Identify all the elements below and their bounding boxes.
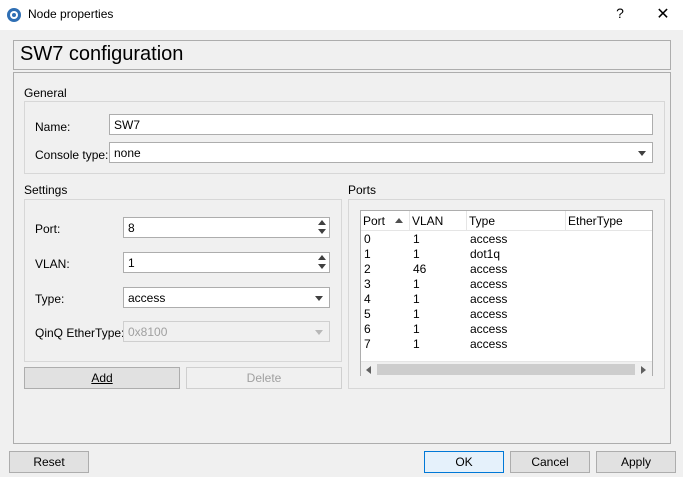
table-row[interactable]: 7 1 access <box>361 337 652 352</box>
table-cell: access <box>470 292 508 306</box>
qinq-ethertype-value: 0x8100 <box>128 325 168 339</box>
table-row[interactable]: 6 1 access <box>361 322 652 337</box>
table-cell: 1 <box>364 247 371 261</box>
vlan-value: 1 <box>128 256 135 270</box>
qinq-ethertype-label: QinQ EtherType: <box>35 326 125 340</box>
scroll-right-icon[interactable] <box>641 366 646 374</box>
table-cell: 1 <box>413 232 420 246</box>
column-header-vlan[interactable]: VLAN <box>410 211 467 231</box>
page-title: SW7 configuration <box>20 43 184 65</box>
table-cell: access <box>470 307 508 321</box>
name-label: Name: <box>35 120 71 134</box>
table-cell: 1 <box>413 247 420 261</box>
qinq-ethertype-select: 0x8100 <box>123 321 330 342</box>
cancel-button[interactable]: Cancel <box>510 451 590 473</box>
name-input[interactable]: SW7 <box>109 114 653 135</box>
spin-down-icon[interactable] <box>315 227 329 237</box>
vlan-label: VLAN: <box>35 257 70 271</box>
table-cell: 46 <box>413 262 427 276</box>
table-cell: dot1q <box>470 247 501 261</box>
table-cell: 1 <box>413 307 420 321</box>
table-row[interactable]: 3 1 access <box>361 277 652 292</box>
table-cell: 1 <box>413 292 420 306</box>
table-cell: 7 <box>364 337 371 351</box>
ports-table[interactable]: Port VLAN Type EtherType 0 1 access 1 1 dot1q… <box>360 210 653 376</box>
vlan-spinbox[interactable]: 1 <box>123 252 330 273</box>
table-cell: 2 <box>364 262 371 276</box>
column-header-ethertype[interactable]: EtherType <box>566 211 652 231</box>
reset-button[interactable]: Reset <box>9 451 89 473</box>
port-value: 8 <box>128 221 135 235</box>
general-group <box>24 101 665 174</box>
chevron-down-icon <box>315 330 323 335</box>
table-cell: 1 <box>413 337 420 351</box>
horizontal-scrollbar[interactable] <box>361 361 652 376</box>
table-cell: 1 <box>413 322 420 336</box>
table-row[interactable]: 1 1 dot1q <box>361 247 652 262</box>
type-value: access <box>128 291 166 305</box>
table-cell: access <box>470 337 508 351</box>
table-row[interactable]: 5 1 access <box>361 307 652 322</box>
help-icon[interactable]: ? <box>612 5 628 23</box>
table-row[interactable]: 0 1 access <box>361 232 652 247</box>
settings-group-label: Settings <box>24 183 68 197</box>
scroll-left-icon[interactable] <box>366 366 371 374</box>
chevron-down-icon <box>638 151 646 156</box>
table-row[interactable]: 4 1 access <box>361 292 652 307</box>
chevron-down-icon <box>315 296 323 301</box>
port-spinbox[interactable]: 8 <box>123 217 330 238</box>
console-type-select[interactable]: none <box>109 142 653 163</box>
sort-ascending-icon <box>395 218 403 223</box>
table-cell: 5 <box>364 307 371 321</box>
app-icon <box>7 8 21 22</box>
table-cell: access <box>470 277 508 291</box>
port-label: Port: <box>35 222 61 236</box>
delete-button: Delete <box>186 367 342 389</box>
spin-down-icon[interactable] <box>315 262 329 272</box>
add-button-label: Add <box>91 371 113 385</box>
column-header-type[interactable]: Type <box>467 211 566 231</box>
console-type-label: Console type: <box>35 148 109 162</box>
ok-button[interactable]: OK <box>424 451 504 473</box>
ports-group-label: Ports <box>348 183 377 197</box>
column-header-port[interactable]: Port <box>361 211 410 231</box>
table-cell: 4 <box>364 292 371 306</box>
table-cell: 1 <box>413 277 420 291</box>
type-select[interactable]: access <box>123 287 330 308</box>
type-label: Type: <box>35 292 65 306</box>
table-cell: 3 <box>364 277 371 291</box>
scrollbar-thumb[interactable] <box>377 364 635 375</box>
table-cell: 6 <box>364 322 371 336</box>
table-cell: access <box>470 232 508 246</box>
apply-button[interactable]: Apply <box>596 451 676 473</box>
console-type-value: none <box>114 146 141 160</box>
close-icon[interactable]: ✕ <box>654 4 672 24</box>
table-cell: 0 <box>364 232 371 246</box>
add-button[interactable]: Add <box>24 367 180 389</box>
table-row[interactable]: 2 46 access <box>361 262 652 277</box>
window-title: Node properties <box>28 7 114 21</box>
general-group-label: General <box>24 86 67 100</box>
table-cell: access <box>470 322 508 336</box>
table-cell: access <box>470 262 508 276</box>
